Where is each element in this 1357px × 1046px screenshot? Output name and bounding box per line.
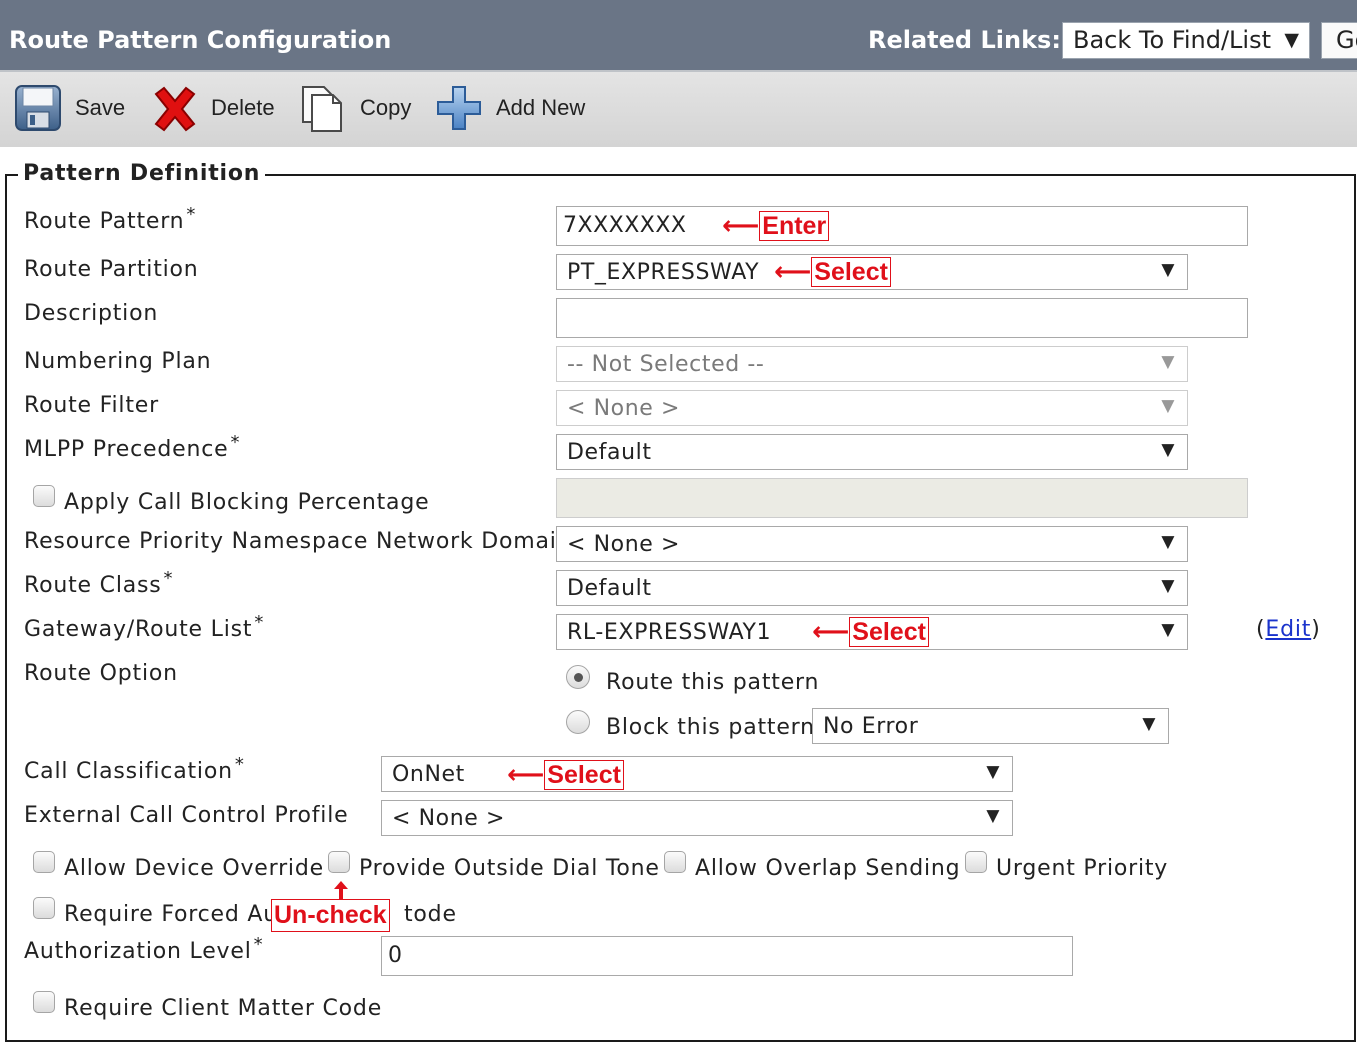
toolbar	[0, 70, 1357, 147]
route-class-select[interactable]: Default ▼	[556, 570, 1188, 606]
authorization-level-label: Authorization Level *	[24, 934, 264, 964]
require-client-matter-label: Require Client Matter Code	[64, 996, 383, 1021]
provide-outside-dial-tone-label: Provide Outside Dial Tone	[359, 856, 660, 881]
require-forced-auth-checkbox[interactable]	[33, 897, 55, 919]
route-partition-label: Route Partition	[24, 257, 199, 282]
dropdown-arrow-icon: ▼	[1161, 352, 1175, 372]
route-pattern-input[interactable]: 7XXXXXXX	[556, 206, 1248, 246]
require-client-matter-checkbox[interactable]	[33, 991, 55, 1013]
edit-link[interactable]: Edit	[1265, 617, 1311, 642]
require-forced-auth-label-end: tode	[404, 902, 457, 927]
left-arrow-icon: ⟵	[507, 760, 545, 790]
route-class-label: Route Class *	[24, 568, 174, 598]
call-blocking-percentage-input	[556, 478, 1248, 518]
dropdown-arrow-icon: ▼	[1161, 576, 1175, 596]
route-this-pattern-label: Route this pattern	[606, 670, 820, 695]
resource-priority-label: Resource Priority Namespace Network Doma…	[24, 529, 572, 554]
page-title: Route Pattern Configuration	[9, 26, 392, 54]
allow-device-override-label: Allow Device Override	[64, 856, 324, 881]
left-arrow-icon: ⟵	[774, 257, 812, 287]
annotation-select-route-list: ⟵ Select	[812, 617, 929, 648]
mlpp-precedence-label: MLPP Precedence *	[24, 432, 241, 462]
numbering-plan-select: -- Not Selected -- ▼	[556, 346, 1188, 382]
numbering-plan-label: Numbering Plan	[24, 349, 212, 374]
allow-overlap-sending-label: Allow Overlap Sending	[695, 856, 961, 881]
section-legend: Pattern Definition	[18, 161, 266, 186]
dropdown-arrow-icon: ▼	[1142, 714, 1156, 734]
copy-icon[interactable]	[300, 84, 346, 134]
route-filter-label: Route Filter	[24, 393, 159, 418]
edit-link-wrapper: (Edit)	[1256, 617, 1321, 642]
gateway-route-list-label: Gateway/Route List *	[24, 612, 265, 642]
call-classification-label: Call Classification *	[24, 754, 245, 784]
require-forced-auth-label-start: Require Forced Au	[64, 902, 279, 927]
annotation-uncheck: Un-check	[271, 899, 390, 932]
dropdown-arrow-icon: ▼	[1161, 396, 1175, 416]
authorization-level-input[interactable]: 0	[381, 936, 1073, 976]
annotation-select-classification: ⟵ Select	[507, 760, 624, 791]
call-classification-select[interactable]: OnNet ▼	[381, 756, 1013, 792]
dropdown-arrow-icon: ▼	[986, 762, 1000, 782]
add-new-icon[interactable]	[436, 85, 482, 131]
dropdown-arrow-icon: ▼	[1161, 620, 1175, 640]
up-arrow-icon	[331, 879, 351, 901]
left-arrow-icon: ⟵	[812, 617, 850, 647]
apply-call-blocking-checkbox[interactable]	[33, 485, 55, 507]
block-reason-select[interactable]: No Error ▼	[812, 708, 1169, 744]
apply-call-blocking-label: Apply Call Blocking Percentage	[64, 490, 430, 515]
external-call-control-label: External Call Control Profile	[24, 803, 349, 828]
go-button[interactable]: Go	[1321, 22, 1357, 59]
route-filter-select: < None > ▼	[556, 390, 1188, 426]
annotation-select-partition: ⟵ Select	[774, 257, 891, 288]
delete-button[interactable]: Delete	[211, 95, 275, 121]
allow-device-override-checkbox[interactable]	[33, 851, 55, 873]
description-input[interactable]	[556, 298, 1248, 338]
description-label: Description	[24, 301, 159, 326]
mlpp-precedence-select[interactable]: Default ▼	[556, 434, 1188, 470]
delete-icon[interactable]	[150, 84, 200, 134]
dropdown-arrow-icon: ▼	[1284, 29, 1299, 51]
related-links-value: Back To Find/List	[1073, 26, 1271, 54]
related-links-select[interactable]: Back To Find/List ▼	[1062, 22, 1310, 59]
dropdown-arrow-icon: ▼	[1161, 260, 1175, 280]
add-new-button[interactable]: Add New	[496, 95, 585, 121]
dropdown-arrow-icon: ▼	[986, 806, 1000, 826]
external-call-control-select[interactable]: < None > ▼	[381, 800, 1013, 836]
route-option-label: Route Option	[24, 661, 178, 686]
block-this-pattern-label: Block this pattern	[606, 715, 815, 740]
related-links-label: Related Links:	[868, 26, 1061, 54]
copy-button[interactable]: Copy	[360, 95, 411, 121]
save-icon[interactable]	[14, 84, 62, 132]
annotation-enter: ⟵ Enter	[722, 211, 830, 242]
route-this-pattern-radio[interactable]	[566, 665, 590, 689]
save-button[interactable]: Save	[75, 95, 125, 121]
urgent-priority-label: Urgent Priority	[996, 856, 1169, 881]
dropdown-arrow-icon: ▼	[1161, 532, 1175, 552]
left-arrow-icon: ⟵	[722, 211, 760, 241]
resource-priority-select[interactable]: < None > ▼	[556, 526, 1188, 562]
allow-overlap-sending-checkbox[interactable]	[664, 851, 686, 873]
dropdown-arrow-icon: ▼	[1161, 440, 1175, 460]
block-this-pattern-radio[interactable]	[566, 710, 590, 734]
provide-outside-dial-tone-checkbox[interactable]	[328, 851, 350, 873]
route-pattern-label: Route Pattern *	[24, 204, 197, 234]
urgent-priority-checkbox[interactable]	[965, 851, 987, 873]
